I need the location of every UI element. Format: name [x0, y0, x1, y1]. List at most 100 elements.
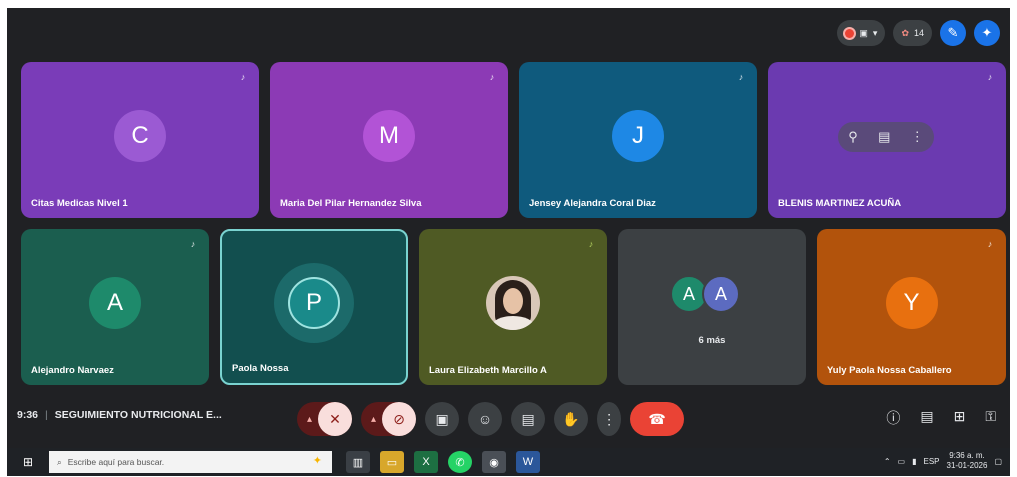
avatar: C — [114, 110, 166, 162]
file-explorer-icon[interactable]: ▭ — [380, 451, 404, 473]
meeting-time: 9:36 — [17, 409, 39, 421]
participant-tile[interactable]: ♪ ⚲ ▤ ⋮ BLENIS MARTINEZ ACUÑA — [768, 62, 1006, 218]
participant-name: Paola Nossa — [232, 363, 289, 374]
chrome-icon[interactable]: ◉ — [482, 451, 506, 473]
more-vert-icon: ⋮ — [602, 410, 617, 427]
recording-controls[interactable]: ▣ ▾ — [837, 20, 886, 46]
taskbar-search[interactable]: ⌕ Escribe aquí para buscar. ✦ — [49, 451, 332, 473]
participant-name: Maria Del Pilar Hernandez Silva — [280, 198, 422, 209]
system-tray: ⌃ ▭ ▮ ESP 9:36 a. m. 31-01-2026 ▢ — [884, 451, 1002, 471]
meeting-title: SEGUIMIENTO NUTRICIONAL E... — [54, 409, 222, 421]
mic-icon: ♪ — [738, 72, 744, 82]
meet-window: ▣ ▾ ✿ 14 ✎ ✦ ♪ C Citas Medicas Nivel 1 ♪… — [7, 8, 1010, 448]
lock-icon[interactable]: ⚿ — [985, 408, 996, 428]
participants-pill[interactable]: ✿ 14 — [893, 20, 932, 46]
hand-icon: ✋ — [562, 410, 580, 427]
divider: | — [45, 409, 48, 421]
avatar: A — [89, 277, 141, 329]
windows-taskbar: ⊞ ⌕ Escribe aquí para buscar. ✦ ▥ ▭ X ✆ … — [7, 448, 1010, 476]
avatar: J — [612, 110, 664, 162]
participant-tile[interactable]: ♪ J Jensey Alejandra Coral Diaz — [519, 62, 757, 218]
participants-count: 14 — [913, 28, 924, 38]
notifications-icon[interactable]: ▢ — [994, 457, 1002, 466]
present-button[interactable]: ▣ — [425, 402, 460, 436]
more-options-button[interactable]: ⋮ — [597, 402, 622, 436]
avatar: A — [702, 275, 740, 313]
mic-icon: ♪ — [588, 239, 594, 249]
call-controls: ▴ ✕ ▴ ⊘ ▣ ☺ ▤ ✋ ⋮ ☎ — [297, 402, 685, 436]
pen-icon: ✎ — [947, 25, 959, 40]
pin-icon[interactable]: ⚲ — [848, 129, 858, 145]
participant-name: Alejandro Narvaez — [31, 365, 114, 376]
excel-icon[interactable]: X — [414, 451, 438, 473]
avatar: Y — [885, 277, 938, 329]
captions-button[interactable]: ▤ — [511, 402, 546, 436]
activities-icon[interactable]: ⊞ — [954, 408, 966, 428]
clock-date: 31-01-2026 — [946, 461, 988, 470]
mic-icon: ♪ — [987, 72, 993, 82]
reactions-button[interactable]: ☺ — [468, 402, 503, 436]
participant-tile[interactable]: ♪ C Citas Medicas Nivel 1 — [21, 62, 259, 218]
camera-toggle-button[interactable]: ⊘ — [382, 402, 417, 436]
mic-icon: ♪ — [489, 72, 495, 82]
windows-start-icon[interactable]: ⊞ — [17, 455, 39, 469]
mic-icon: ♪ — [190, 239, 196, 249]
battery-icon[interactable]: ▮ — [912, 457, 916, 466]
participant-name: Laura Elizabeth Marcillo A — [429, 365, 547, 376]
network-icon[interactable]: ▭ — [898, 457, 906, 466]
more-vert-icon[interactable]: ⋮ — [911, 129, 924, 145]
companion-button[interactable]: ✎ — [940, 20, 966, 46]
participant-name: Jensey Alejandra Coral Diaz — [529, 198, 656, 209]
participant-tile[interactable]: ♪ Y Yuly Paola Nossa Caballero — [817, 229, 1006, 385]
task-view-icon[interactable]: ▥ — [346, 451, 370, 473]
camera-icon: ▣ — [859, 27, 868, 38]
account-icon: ✦ — [981, 25, 993, 40]
language-indicator[interactable]: ESP — [924, 457, 940, 466]
photo-face — [503, 288, 523, 314]
clock-time: 9:36 a. m. — [949, 451, 985, 460]
participant-name: Citas Medicas Nivel 1 — [31, 198, 128, 209]
taskbar-clock[interactable]: 9:36 a. m. 31-01-2026 — [947, 451, 988, 471]
account-button[interactable]: ✦ — [974, 20, 1000, 46]
chat-icon[interactable]: ▤ — [920, 408, 933, 428]
top-toolbar: ▣ ▾ ✿ 14 ✎ ✦ — [837, 20, 1000, 46]
sparkle-icon: ✦ — [312, 455, 322, 467]
chevron-up-icon[interactable]: ⌃ — [884, 457, 891, 466]
leave-call-button[interactable]: ☎ — [630, 402, 685, 436]
chevron-up-icon[interactable]: ▴ — [371, 414, 376, 425]
photo-shoulders — [492, 316, 534, 330]
meeting-info: 9:36 | SEGUIMIENTO NUTRICIONAL E... — [17, 409, 222, 421]
mic-icon: ♪ — [987, 239, 993, 249]
search-icon: ⌕ — [57, 456, 62, 467]
avatar: M — [363, 110, 415, 162]
participant-tile-active-speaker[interactable]: P Paola Nossa — [220, 229, 408, 385]
participant-name: BLENIS MARTINEZ ACUÑA — [778, 198, 902, 209]
more-participants-tile[interactable]: A A 6 más — [618, 229, 806, 385]
chevron-up-icon[interactable]: ▴ — [307, 414, 312, 425]
frame-icon[interactable]: ▤ — [878, 129, 890, 145]
present-icon: ▣ — [435, 410, 449, 427]
participant-tile[interactable]: ♪ A Alejandro Narvaez — [21, 229, 209, 385]
hangup-icon: ☎ — [648, 410, 666, 427]
word-icon[interactable]: W — [516, 451, 540, 473]
participant-tile[interactable]: ♪ Laura Elizabeth Marcillo A — [419, 229, 607, 385]
mic-off-icon: ✕ — [329, 410, 341, 427]
mic-toggle-button[interactable]: ✕ — [318, 402, 353, 436]
mic-control-group: ▴ ✕ — [297, 402, 353, 436]
people-icon: ✿ — [901, 27, 909, 38]
raise-hand-button[interactable]: ✋ — [554, 402, 589, 436]
mic-icon: ♪ — [240, 72, 246, 82]
participant-name: Yuly Paola Nossa Caballero — [827, 365, 952, 376]
info-icon[interactable]: ⓘ — [886, 408, 900, 428]
whatsapp-icon[interactable]: ✆ — [448, 451, 472, 473]
camera-off-icon: ⊘ — [393, 410, 405, 427]
chevron-down-icon: ▾ — [872, 27, 878, 38]
camera-control-group: ▴ ⊘ — [361, 402, 417, 436]
record-icon — [845, 28, 855, 38]
captions-icon: ▤ — [521, 410, 535, 427]
emoji-icon: ☺ — [477, 411, 493, 427]
taskbar-apps: ▥ ▭ X ✆ ◉ W — [346, 451, 540, 473]
participant-tile[interactable]: ♪ M Maria Del Pilar Hernandez Silva — [270, 62, 508, 218]
avatar: P — [288, 277, 340, 329]
profile-photo — [486, 276, 540, 330]
